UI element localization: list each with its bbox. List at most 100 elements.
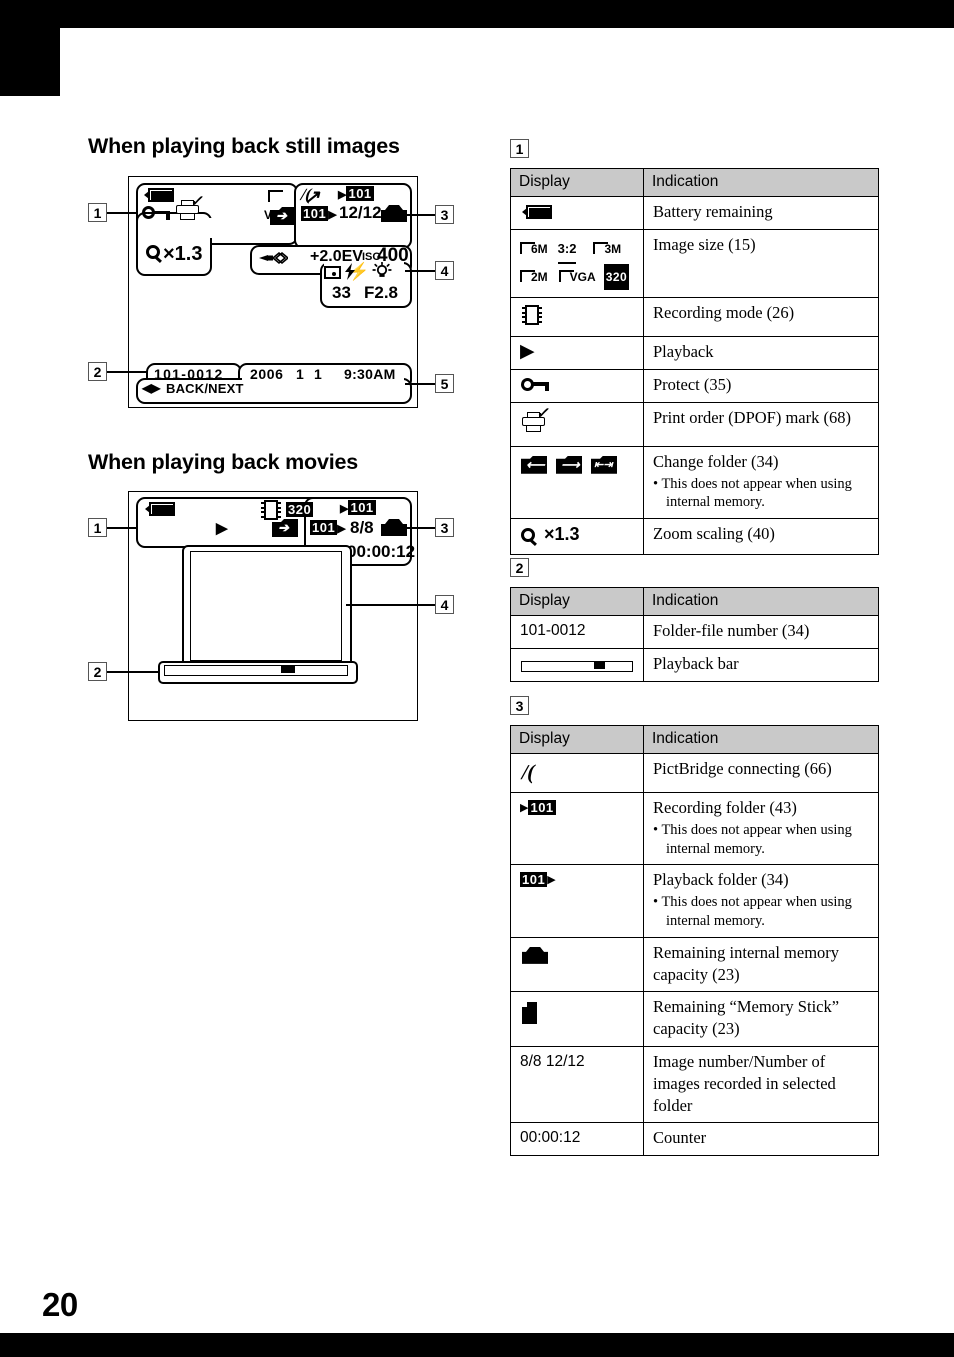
still-shutter-speed: 33 — [332, 283, 351, 302]
table-row: ▶ Playback — [510, 336, 879, 370]
still-aperture: F2.8 — [364, 283, 399, 302]
table-3-header-display: Display — [510, 725, 644, 754]
cell-display-protect — [510, 368, 644, 403]
playback-folder-label: Playback folder (34) — [653, 870, 789, 890]
table-1-header-indication: Indication — [643, 168, 879, 197]
cell-indication-image-number: Image number/Number of images recorded i… — [643, 1045, 879, 1124]
callout-5-still: 5 — [435, 374, 454, 393]
page-corner-tab — [0, 0, 60, 96]
recording-folder-label: Recording folder (43) — [653, 798, 797, 817]
protect-key-icon — [142, 206, 170, 220]
movie-battery-icon — [145, 502, 175, 516]
battery-remaining-icon — [522, 205, 552, 219]
cell-display-battery — [510, 196, 644, 230]
cell-indication-protect: Protect (35) — [643, 368, 879, 403]
recording-folder-arrow-icon: ▶ — [520, 802, 529, 814]
white-balance-icon — [372, 261, 392, 284]
table-row: ✓ Print order (DPOF) mark (68) — [510, 401, 879, 447]
pictbridge-mark: /( — [298, 185, 314, 204]
still-back-next-label: BACK/NEXT — [166, 381, 244, 396]
page-bottom-rule — [0, 1333, 954, 1357]
image-size-320-icon: 320 — [603, 264, 630, 290]
still-date-month: 1 — [296, 366, 304, 382]
table-2-header-display: Display — [510, 587, 644, 616]
callout-3-still-leader — [405, 214, 435, 216]
cell-display-recording-folder: ▶ 101 — [510, 791, 644, 866]
change-folder-back-icon: ⟵ — [521, 455, 547, 474]
cell-display-playback-folder: 101 ▶ — [510, 864, 644, 938]
cell-display-playback-bar — [510, 647, 644, 682]
table-group-2: Display Indication 101-0012 Folder-file … — [510, 587, 879, 682]
callout-4-still: 4 — [435, 261, 454, 280]
callout-2-still-leader — [107, 371, 148, 373]
cell-display-zoom-scaling: ×1.3 — [510, 518, 644, 556]
movie-play-glyph: ▶ — [216, 520, 228, 537]
still-playback-folder: 101 ▶ — [301, 206, 337, 221]
cell-indication-change-folder: Change folder (34) • This does not appea… — [643, 445, 879, 520]
movie-playback-bar-knob — [281, 666, 295, 673]
playback-folder-note: • This does not appear when using intern… — [653, 894, 852, 930]
change-folder-icon: ➔ — [270, 207, 296, 225]
cell-indication-folder-file-number: Folder-file number (34) — [643, 615, 879, 649]
cell-display-folder-file-number: 101-0012 — [510, 615, 644, 649]
movie-playback-folder: 101 ▶ — [310, 520, 346, 535]
table-row: Protect (35) — [510, 368, 879, 403]
cell-indication-playback-bar: Playback bar — [643, 647, 879, 682]
section-badge-3: 3 — [510, 696, 529, 715]
change-folder-next-icon: ⟶ — [556, 455, 582, 474]
cell-display-counter: 00:00:12 — [510, 1122, 644, 1157]
table-row: 6M 3:2 3M 2M VGA 320 Image size (15) — [510, 229, 879, 298]
cell-indication-recording-folder: Recording folder (43) • This does not ap… — [643, 791, 879, 866]
table-2-header-indication: Indication — [643, 587, 879, 616]
table-group-3: Display Indication /( PictBridge connect… — [510, 725, 879, 1157]
table-3-header-indication: Indication — [643, 725, 879, 754]
cell-indication-battery: Battery remaining — [643, 196, 879, 230]
table-group-1: Display Indication Battery remaining 6M … — [510, 168, 879, 556]
cell-indication-playback-folder: Playback folder (34) • This does not app… — [643, 864, 879, 938]
still-folder-file-number: 101-0012 — [154, 366, 224, 382]
size-label-3m: 3M — [604, 242, 622, 256]
table-row: ⟵ ⟶ ⇤⇥ Change folder (34) • This does no… — [510, 445, 879, 520]
movie-recording-folder: ▶ 101 — [340, 500, 376, 515]
playback-bar-knob — [594, 661, 605, 669]
size-label-6m: 6M — [531, 242, 548, 256]
cell-display-memory-stick — [510, 991, 644, 1047]
table-row: Playback bar — [510, 647, 879, 682]
movie-playback-bar — [164, 665, 348, 676]
playback-bar-icon — [521, 660, 633, 672]
cell-display-change-folder: ⟵ ⟶ ⇤⇥ — [510, 445, 644, 520]
callout-1-movie: 1 — [88, 518, 107, 537]
protect-key-icon-table — [521, 377, 549, 392]
callout-5-still-leader — [405, 383, 435, 385]
cell-display-internal-memory — [510, 936, 644, 993]
table-row: 8/8 12/12 Image number/Number of images … — [510, 1045, 879, 1124]
still-image-number: 12/12 — [339, 203, 382, 222]
table-row: 101-0012 Folder-file number (34) — [510, 615, 879, 649]
table-row: Recording mode (26) — [510, 297, 879, 337]
cell-display-pictbridge: /( — [510, 753, 644, 793]
cell-indication-dpof: Print order (DPOF) mark (68) — [643, 401, 879, 447]
table-1-header-display: Display — [510, 168, 644, 197]
cell-indication-recording-mode: Recording mode (26) — [643, 297, 879, 337]
callout-1-still: 1 — [88, 203, 107, 222]
movie-size-badge: 320 — [286, 502, 314, 517]
movie-playback-folder-value: 101 — [310, 520, 338, 535]
table-3-header-row: Display Indication — [510, 725, 879, 754]
image-size-6m-icon: 6M — [520, 236, 548, 262]
cell-indication-internal-memory: Remaining internal memory capacity (23) — [643, 936, 879, 993]
callout-4-movie: 4 — [435, 595, 454, 614]
cell-indication-zoom-scaling: Zoom scaling (40) — [643, 518, 879, 556]
heading-movies: When playing back movies — [88, 450, 358, 474]
change-folder-both-icon: ⇤⇥ — [591, 455, 617, 474]
table-row: Remaining “Memory Stick” capacity (23) — [510, 991, 879, 1047]
callout-3-movie-leader — [405, 527, 435, 529]
table-row: 00:00:12 Counter — [510, 1122, 879, 1157]
size-label-2m: 2M — [531, 270, 548, 284]
table-row: Battery remaining — [510, 196, 879, 230]
table-row: ×1.3 Zoom scaling (40) — [510, 518, 879, 556]
still-recording-folder: ▶ 101 — [338, 186, 374, 201]
callout-2-still: 2 — [88, 362, 107, 381]
callout-3-movie: 3 — [435, 518, 454, 537]
recording-folder-value: 101 — [346, 186, 374, 201]
table-2-header-row: Display Indication — [510, 587, 879, 616]
